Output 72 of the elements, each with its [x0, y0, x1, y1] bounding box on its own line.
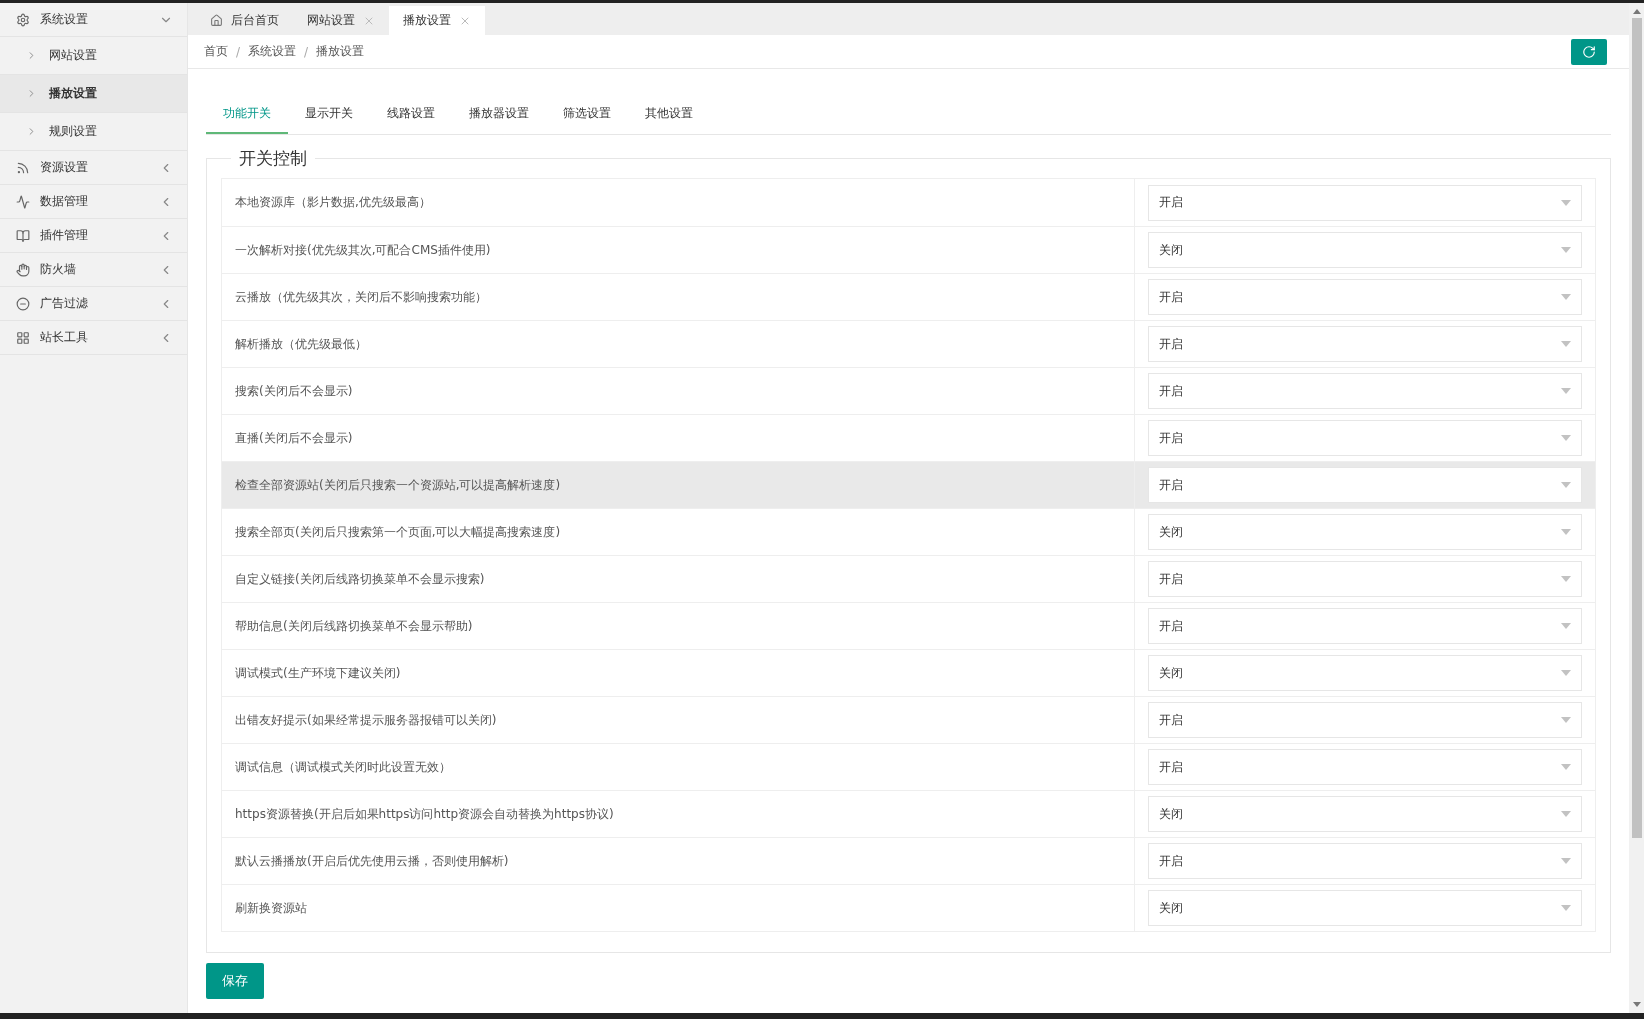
- page-tab[interactable]: 播放设置: [389, 6, 485, 35]
- caret-icon: [1561, 717, 1571, 723]
- select-field[interactable]: 开启: [1148, 467, 1582, 503]
- caret-icon: [1561, 670, 1571, 676]
- caret-icon: [1561, 482, 1571, 488]
- refresh-button[interactable]: [1571, 38, 1607, 65]
- grid-icon: [16, 330, 30, 345]
- caret-icon: [1561, 529, 1571, 535]
- breadcrumb-link[interactable]: 首页: [204, 43, 228, 60]
- refresh-icon: [1582, 44, 1596, 59]
- select-field[interactable]: 关闭: [1148, 890, 1582, 926]
- caret-icon: [1561, 247, 1571, 253]
- caret-icon: [1561, 764, 1571, 770]
- hand-icon: [16, 262, 30, 277]
- select-field[interactable]: 关闭: [1148, 514, 1582, 550]
- sidebar-subitem[interactable]: 规则设置: [0, 113, 187, 151]
- settings-tab[interactable]: 筛选设置: [546, 95, 628, 134]
- caret-icon: [1561, 858, 1571, 864]
- sidebar-item[interactable]: 站长工具: [0, 321, 187, 355]
- book-icon: [16, 228, 30, 243]
- select-field[interactable]: 开启: [1148, 561, 1582, 597]
- breadcrumb-separator: /: [236, 44, 241, 59]
- caret-icon: [1561, 811, 1571, 817]
- breadcrumb-link[interactable]: 系统设置: [248, 43, 297, 60]
- page-tab[interactable]: 网站设置: [293, 6, 389, 35]
- settings-icon: [16, 12, 30, 27]
- select-field[interactable]: 开启: [1148, 420, 1582, 456]
- sidebar-item[interactable]: 防火墙: [0, 253, 187, 287]
- scroll-up-icon[interactable]: [1632, 9, 1641, 14]
- select-field[interactable]: 开启: [1148, 749, 1582, 785]
- sidebar-item[interactable]: 数据管理: [0, 185, 187, 219]
- settings-tab[interactable]: 显示开关: [288, 95, 370, 134]
- select-field[interactable]: 开启: [1148, 843, 1582, 879]
- settings-tab[interactable]: 其他设置: [628, 95, 710, 134]
- select-field[interactable]: 开启: [1148, 608, 1582, 644]
- breadcrumb-link[interactable]: 播放设置: [316, 43, 365, 60]
- settings-tab[interactable]: 播放器设置: [452, 95, 546, 134]
- sidebar-item[interactable]: 系统设置: [0, 3, 187, 37]
- sidebar-item[interactable]: 插件管理: [0, 219, 187, 253]
- caret-icon: [1561, 341, 1571, 347]
- sidebar-subitem[interactable]: 播放设置: [0, 75, 187, 113]
- scrollbar[interactable]: [1629, 3, 1644, 1013]
- select-field[interactable]: 开启: [1148, 279, 1582, 315]
- select-field[interactable]: 开启: [1148, 702, 1582, 738]
- breadcrumb-separator: /: [304, 44, 309, 59]
- caret-icon: [1561, 199, 1571, 206]
- select-field[interactable]: 关闭: [1148, 232, 1582, 268]
- save-button[interactable]: 保存: [206, 963, 264, 999]
- select-field[interactable]: 开启: [1148, 184, 1582, 221]
- caret-icon: [1561, 905, 1571, 911]
- caret-icon: [1561, 576, 1571, 582]
- settings-tab[interactable]: 功能开关: [206, 95, 288, 134]
- scroll-down-icon[interactable]: [1632, 1002, 1641, 1007]
- select-field[interactable]: 开启: [1148, 373, 1582, 409]
- sidebar-item[interactable]: 资源设置: [0, 151, 187, 185]
- setting-label: 刷新换资源站: [222, 885, 1135, 931]
- page-tab[interactable]: 后台首页: [196, 6, 293, 35]
- select-field[interactable]: 关闭: [1148, 655, 1582, 691]
- sidebar-item[interactable]: 广告过滤: [0, 287, 187, 321]
- home-icon: [210, 14, 223, 27]
- rss-icon: [16, 160, 30, 175]
- select-field[interactable]: 开启: [1148, 326, 1582, 362]
- caret-icon: [1561, 623, 1571, 629]
- pulse-icon: [16, 194, 30, 209]
- select-field[interactable]: 关闭: [1148, 796, 1582, 832]
- caret-icon: [1561, 435, 1571, 441]
- settings-tab[interactable]: 线路设置: [370, 95, 452, 134]
- section-title: 开关控制: [238, 147, 308, 170]
- scrollbar-thumb[interactable]: [1631, 18, 1642, 838]
- caret-icon: [1561, 294, 1571, 300]
- minus-circle-icon: [16, 296, 30, 311]
- caret-icon: [1561, 388, 1571, 394]
